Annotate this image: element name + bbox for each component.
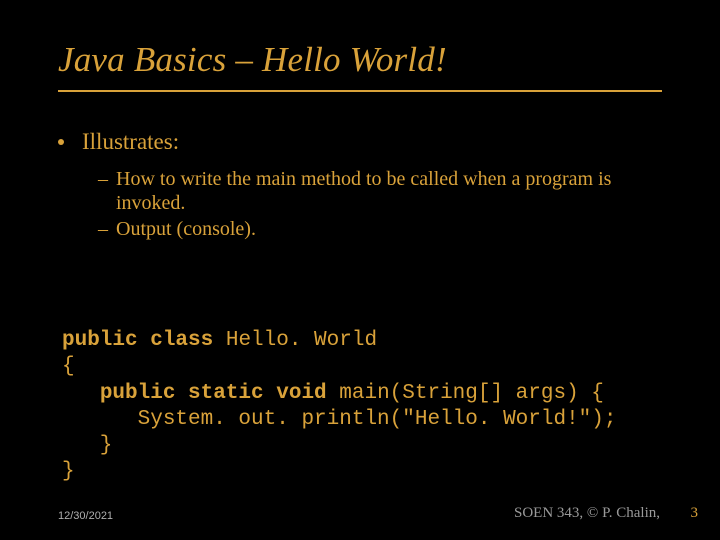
bullet-dot-icon <box>58 139 64 145</box>
code-keyword: public static void <box>100 382 327 405</box>
bullet-list: Illustrates: – How to write the main met… <box>58 128 660 243</box>
slide: Java Basics – Hello World! Illustrates: … <box>0 0 720 540</box>
code-text: main(String[] args) { <box>327 382 604 405</box>
footer-date: 12/30/2021 <box>58 510 113 522</box>
sub-bullet-text: How to write the main method to be calle… <box>116 167 660 215</box>
slide-title: Java Basics – Hello World! <box>58 40 447 80</box>
footer-credit: SOEN 343, © P. Chalin, <box>514 505 660 522</box>
dash-icon: – <box>98 167 108 191</box>
sub-bullet-1: – How to write the main method to be cal… <box>98 167 660 215</box>
footer-page-number: 3 <box>691 505 699 522</box>
code-text: Hello. World <box>213 329 377 352</box>
sub-bullets: – How to write the main method to be cal… <box>98 167 660 241</box>
bullet-text: Illustrates: <box>82 128 179 157</box>
sub-bullet-text: Output (console). <box>116 217 256 241</box>
code-text: System. out. println("Hello. World!"); <box>62 408 617 431</box>
bullet-level1: Illustrates: <box>58 128 660 157</box>
title-underline <box>58 90 662 92</box>
code-block: public class Hello. World { public stati… <box>62 328 617 486</box>
code-text <box>62 382 100 405</box>
code-text: } <box>62 460 75 483</box>
dash-icon: – <box>98 217 108 241</box>
code-keyword: public class <box>62 329 213 352</box>
code-text: } <box>62 434 112 457</box>
code-text: { <box>62 355 75 378</box>
sub-bullet-2: – Output (console). <box>98 217 660 241</box>
